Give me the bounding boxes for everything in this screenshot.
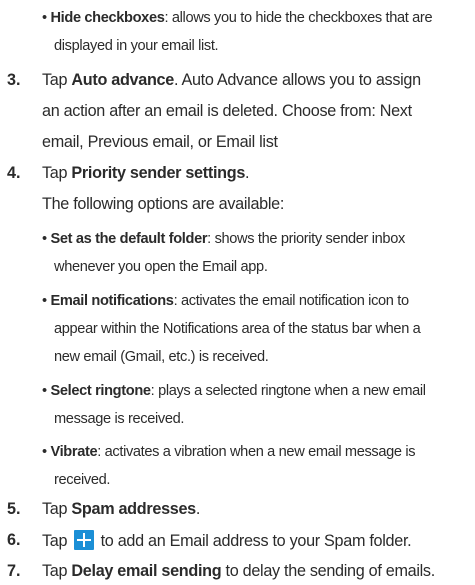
- bullet-mark: •: [42, 231, 47, 247]
- step-7-line: Tap Delay email sending to delay the sen…: [42, 562, 435, 580]
- option-email-notifications: • Email notifications: activates the ema…: [42, 292, 409, 310]
- step-number: 3.: [7, 71, 21, 89]
- option-select-ringtone: • Select ringtone: plays a selected ring…: [42, 382, 426, 400]
- option-set-default-folder-cont: whenever you open the Email app.: [54, 259, 268, 275]
- option-email-notifications-cont-2: new email (Gmail, etc.) is received.: [54, 349, 269, 365]
- option-email-notifications-cont-1: appear within the Notifications area of …: [54, 321, 421, 337]
- step-number: 4.: [7, 164, 21, 182]
- manual-page: • Hide checkboxes: allows you to hide th…: [0, 0, 475, 585]
- step-term: Delay email sending: [71, 562, 222, 580]
- step-3-line-1: Tap Auto advance. Auto Advance allows yo…: [42, 71, 421, 89]
- bullet-hide-checkboxes-cont: displayed in your email list.: [54, 38, 219, 54]
- option-vibrate: • Vibrate: activates a vibration when a …: [42, 443, 416, 461]
- option-term: Email notifications: [50, 293, 174, 309]
- option-term: Vibrate: [50, 444, 98, 460]
- step-3-line-2: an action after an email is deleted. Cho…: [42, 102, 412, 120]
- option-set-default-folder: • Set as the default folder: shows the p…: [42, 230, 405, 248]
- step-term: Spam addresses: [71, 500, 196, 518]
- option-description: : activates a vibration when a new email…: [97, 444, 416, 460]
- step-5-line: Tap Spam addresses.: [42, 500, 201, 518]
- bullet-mark: •: [42, 383, 47, 399]
- bullet-mark: •: [42, 10, 47, 26]
- bullet-mark: •: [42, 444, 47, 460]
- option-term: Hide checkboxes: [50, 10, 165, 26]
- plus-icon: [74, 530, 95, 550]
- step-number: 5.: [7, 500, 21, 518]
- step-3-line-3: email, Previous email, or Email list: [42, 133, 278, 151]
- option-term: Select ringtone: [50, 383, 151, 399]
- bullet-hide-checkboxes: • Hide checkboxes: allows you to hide th…: [42, 9, 433, 27]
- option-description: : shows the priority sender inbox: [207, 231, 405, 247]
- option-term: Set as the default folder: [50, 231, 208, 247]
- option-select-ringtone-cont: message is received.: [54, 411, 185, 427]
- bullet-mark: •: [42, 293, 47, 309]
- step-4-line-1: Tap Priority sender settings.: [42, 164, 250, 182]
- option-vibrate-cont: received.: [54, 472, 111, 488]
- step-number: 7.: [7, 562, 21, 580]
- step-term: Auto advance: [71, 71, 174, 89]
- option-description: : allows you to hide the checkboxes that…: [164, 10, 433, 26]
- step-number: 6.: [7, 531, 21, 549]
- step-term: Priority sender settings: [71, 164, 246, 182]
- step-6-line: Tap to add an Email address to your Spam…: [42, 530, 412, 550]
- option-description: : activates the email notification icon …: [173, 293, 410, 309]
- option-description: : plays a selected ringtone when a new e…: [150, 383, 426, 399]
- step-4-intro: The following options are available:: [42, 195, 285, 213]
